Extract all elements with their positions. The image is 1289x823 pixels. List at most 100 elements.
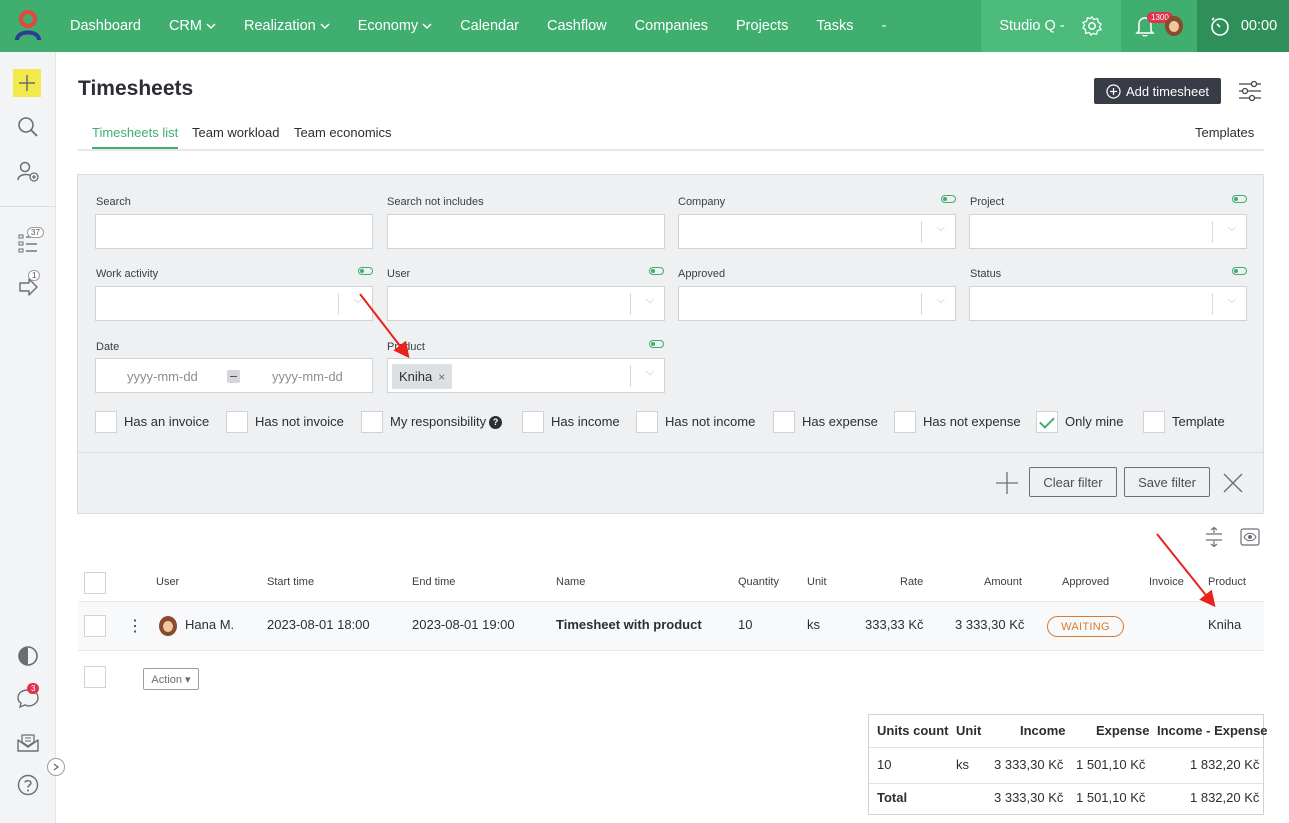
search-not-input[interactable] bbox=[387, 214, 665, 249]
gear-icon[interactable] bbox=[1081, 15, 1103, 37]
column-header-quantity[interactable]: Quantity bbox=[738, 576, 779, 588]
studio-caret: - bbox=[1059, 18, 1065, 34]
column-visibility-icon[interactable] bbox=[1240, 527, 1260, 547]
view-settings-button[interactable] bbox=[1237, 78, 1263, 104]
user-avatar[interactable] bbox=[1165, 16, 1183, 36]
company-label: Company bbox=[678, 196, 726, 208]
user-toggle[interactable] bbox=[649, 267, 664, 275]
work-activity-toggle[interactable] bbox=[358, 267, 373, 275]
checkbox-label: Has not income bbox=[665, 414, 756, 429]
nav-crm-label: CRM bbox=[168, 18, 202, 34]
cell-amount: 3 333,30 Kč bbox=[955, 617, 1025, 632]
cell-name[interactable]: Timesheet with product bbox=[556, 617, 702, 632]
company-toggle[interactable] bbox=[941, 195, 956, 203]
nav-realization-label: Realization bbox=[243, 18, 316, 34]
checkbox-template[interactable] bbox=[1143, 411, 1165, 433]
add-filter-icon[interactable] bbox=[996, 472, 1018, 494]
checkbox-my-responsibility[interactable] bbox=[361, 411, 383, 433]
notifications[interactable]: 1300 bbox=[1121, 0, 1197, 52]
column-header-start-time[interactable]: Start time bbox=[267, 576, 314, 588]
checkbox-has-expense[interactable] bbox=[773, 411, 795, 433]
column-header-user[interactable]: User bbox=[156, 576, 179, 588]
column-header-end-time[interactable]: End time bbox=[412, 576, 455, 588]
quick-add-button[interactable] bbox=[13, 69, 41, 97]
project-toggle[interactable] bbox=[1232, 195, 1247, 203]
company-select[interactable] bbox=[678, 214, 956, 249]
templates-link[interactable]: Templates bbox=[1195, 125, 1254, 140]
product-toggle[interactable] bbox=[649, 340, 664, 348]
column-header-name[interactable]: Name bbox=[556, 576, 585, 588]
project-select[interactable] bbox=[969, 214, 1247, 249]
tab-timesheets-list[interactable]: Timesheets list bbox=[92, 125, 179, 149]
checkbox-has-invoice[interactable] bbox=[95, 411, 117, 433]
user-select[interactable] bbox=[387, 286, 665, 321]
time-tracker[interactable]: 00:00 bbox=[1197, 0, 1289, 52]
checkbox-only-mine[interactable] bbox=[1036, 411, 1058, 433]
checkbox-label: Has not invoice bbox=[255, 414, 344, 429]
clear-filter-button[interactable]: Clear filter bbox=[1029, 467, 1117, 497]
checkbox-has-not-income[interactable] bbox=[636, 411, 658, 433]
inbox-button[interactable] bbox=[13, 727, 43, 757]
help-icon[interactable]: ? bbox=[489, 416, 503, 429]
save-filter-button[interactable]: Save filter bbox=[1124, 467, 1210, 497]
date-to-input[interactable]: yyyy-mm-dd bbox=[272, 369, 343, 384]
column-header-invoice[interactable]: Invoice bbox=[1149, 576, 1184, 588]
studio-switcher[interactable]: Studio Q - bbox=[981, 0, 1121, 52]
bulk-select-checkbox[interactable] bbox=[84, 666, 106, 688]
work-activity-select[interactable] bbox=[95, 286, 373, 321]
main-nav: Dashboard CRM Realization Economy Calend… bbox=[56, 0, 900, 52]
nav-crm[interactable]: CRM bbox=[155, 18, 230, 34]
nav-tasks[interactable]: Tasks bbox=[802, 18, 867, 34]
add-timesheet-button[interactable]: Add timesheet bbox=[1094, 78, 1221, 104]
status-badge[interactable]: WAITING bbox=[1047, 616, 1124, 637]
row-select-checkbox[interactable] bbox=[84, 615, 106, 637]
close-filter-icon[interactable] bbox=[1222, 472, 1244, 494]
sidebar: 37 1 3 bbox=[0, 52, 65, 823]
checkbox-label: Only mine bbox=[1065, 414, 1124, 429]
checkbox-has-not-expense[interactable] bbox=[894, 411, 916, 433]
column-header-amount[interactable]: Amount bbox=[984, 576, 1022, 588]
nav-more-dropdown[interactable]: - bbox=[867, 18, 900, 34]
select-all-checkbox[interactable] bbox=[84, 572, 106, 594]
chip-remove-icon[interactable]: × bbox=[438, 370, 445, 384]
filter-panel: Search Search not includes Company Proje… bbox=[77, 174, 1264, 514]
sidebar-expand-button[interactable] bbox=[47, 758, 65, 776]
column-header-unit[interactable]: Unit bbox=[807, 576, 827, 588]
status-select[interactable] bbox=[969, 286, 1247, 321]
column-header-rate[interactable]: Rate bbox=[900, 576, 923, 588]
date-range-input[interactable]: yyyy-mm-dd yyyy-mm-dd bbox=[95, 358, 373, 393]
nav-economy[interactable]: Economy bbox=[344, 18, 446, 34]
status-toggle[interactable] bbox=[1232, 267, 1247, 275]
checkbox-has-income[interactable] bbox=[522, 411, 544, 433]
nav-projects[interactable]: Projects bbox=[722, 18, 802, 34]
cell-user[interactable]: Hana M. bbox=[185, 617, 234, 632]
nav-calendar[interactable]: Calendar bbox=[446, 18, 533, 34]
theme-toggle[interactable] bbox=[13, 641, 43, 671]
summary-header-diff: Income - Expense bbox=[1157, 723, 1268, 738]
approved-select[interactable] bbox=[678, 286, 956, 321]
help-button[interactable] bbox=[13, 770, 43, 800]
summary-header-expense: Expense bbox=[1096, 723, 1150, 738]
column-header-product[interactable]: Product bbox=[1208, 576, 1246, 588]
row-height-icon[interactable] bbox=[1204, 527, 1224, 547]
search-input[interactable] bbox=[95, 214, 373, 249]
checkbox-has-not-invoice[interactable] bbox=[226, 411, 248, 433]
search-button[interactable] bbox=[13, 112, 43, 142]
tab-team-workload[interactable]: Team workload bbox=[192, 125, 279, 140]
nav-dashboard[interactable]: Dashboard bbox=[56, 18, 155, 34]
page-tabs: Timesheets list Team workload Team econo… bbox=[78, 121, 1264, 151]
work-activity-label: Work activity bbox=[96, 268, 159, 280]
summary-units: 10 bbox=[877, 757, 892, 772]
nav-cashflow[interactable]: Cashflow bbox=[533, 18, 621, 34]
add-contact-button[interactable] bbox=[13, 156, 43, 186]
nav-realization[interactable]: Realization bbox=[230, 18, 344, 34]
product-select[interactable]: Kniha × bbox=[387, 358, 665, 393]
action-dropdown-button[interactable]: Action ▾ bbox=[143, 668, 199, 690]
checkbox-label: Has income bbox=[551, 414, 620, 429]
row-menu-icon[interactable]: ⋮ bbox=[127, 616, 143, 636]
date-from-input[interactable]: yyyy-mm-dd bbox=[127, 369, 198, 384]
nav-companies[interactable]: Companies bbox=[621, 18, 722, 34]
tab-team-economics[interactable]: Team economics bbox=[294, 125, 392, 140]
app-logo[interactable] bbox=[0, 0, 56, 52]
column-header-approved[interactable]: Approved bbox=[1062, 576, 1109, 588]
